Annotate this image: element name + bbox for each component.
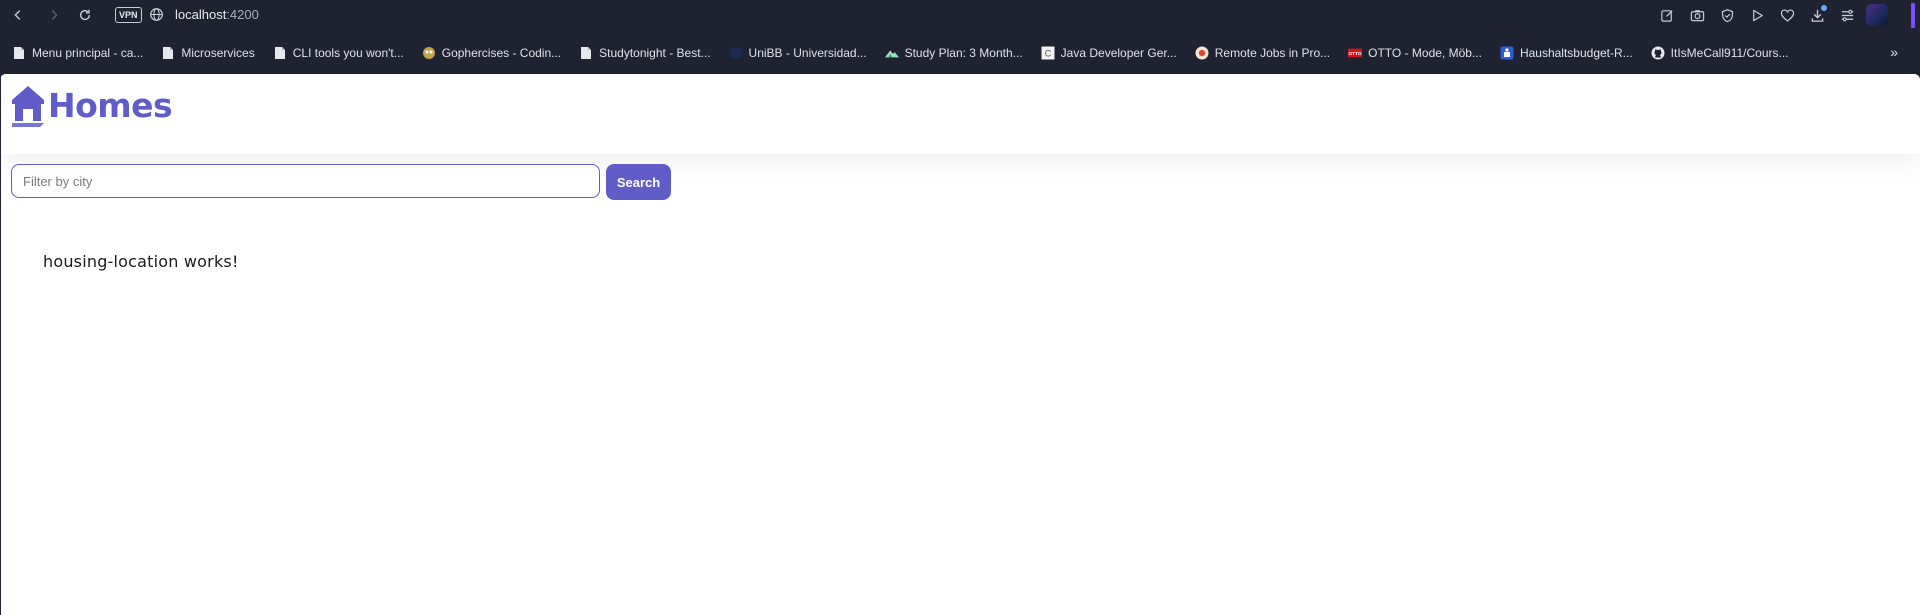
bookmark-item[interactable]: CLI tools you won't... (261, 41, 410, 65)
play-icon (1752, 9, 1763, 21)
edit-button[interactable] (1659, 7, 1675, 23)
page-viewport: Homes Search housing-location works! (0, 74, 1920, 615)
mountain-icon (884, 46, 899, 60)
bookmark-label: CLI tools you won't... (292, 46, 404, 60)
bookmark-item[interactable]: UniBB - Universidad... (717, 41, 873, 65)
bookmark-label: UniBB - Universidad... (748, 46, 867, 60)
reload-button[interactable] (74, 4, 96, 26)
forward-button[interactable] (43, 4, 65, 26)
menu-button[interactable] (1839, 7, 1855, 23)
city-filter-input[interactable] (11, 164, 600, 198)
gopher-icon (422, 46, 436, 60)
bookmark-label: Remote Jobs in Pro... (1214, 46, 1331, 60)
screenshot-button[interactable] (1689, 7, 1705, 23)
page-icon (12, 46, 26, 60)
address-host: localhost (175, 7, 227, 22)
window-edge (0, 74, 1, 615)
heart-icon (1780, 8, 1794, 22)
globe-icon (150, 8, 163, 21)
c-icon: C (1041, 46, 1055, 60)
page-icon (161, 46, 175, 60)
bookmark-label: Java Developer Ger... (1060, 46, 1177, 60)
bookmark-item[interactable]: Haushaltsbudget-R... (1488, 41, 1639, 65)
notification-dot (1821, 5, 1827, 11)
profile-button[interactable] (1866, 4, 1888, 26)
sidebar-accent (1911, 3, 1915, 28)
housing-location-text: housing-location works! (43, 252, 239, 271)
page-icon (579, 46, 593, 60)
address-bar[interactable]: localhost:4200 (175, 7, 259, 22)
page-icon (273, 46, 287, 60)
bookmark-label: Haushaltsbudget-R... (1519, 46, 1633, 60)
bookmark-label: Microservices (181, 46, 255, 60)
house-logo-icon (12, 86, 44, 127)
browser-toolbar: VPN localhost:4200 (0, 0, 1920, 30)
edit-icon (1660, 9, 1673, 22)
favorites-button[interactable] (1779, 7, 1795, 23)
bookmark-label: ItIsMeCall911/Cours... (1670, 46, 1789, 60)
bookmark-item[interactable]: Microservices (149, 41, 260, 65)
bank-icon (1500, 46, 1514, 60)
remote-icon (1195, 46, 1209, 60)
forward-icon (51, 10, 58, 20)
github-icon (1651, 46, 1665, 60)
camera-icon (1690, 9, 1704, 21)
bookmark-label: Menu principal - ca... (32, 46, 144, 60)
menu-icon (1841, 9, 1853, 21)
bookmark-label: Gophercises - Codin... (441, 46, 562, 60)
shield-button[interactable] (1719, 7, 1735, 23)
bookmark-item[interactable]: C Java Developer Ger... (1029, 41, 1183, 65)
bookmark-item[interactable]: Menu principal - ca... (0, 41, 149, 65)
bookmark-item[interactable]: Study Plan: 3 Month... (873, 41, 1029, 65)
app-header: Homes (0, 74, 1920, 154)
bookmarks-bar: Menu principal - ca... Microservices CLI… (0, 37, 1920, 69)
unibb-icon (729, 46, 743, 60)
search-button[interactable]: Search (606, 164, 671, 200)
bookmark-item[interactable]: ItIsMeCall911/Cours... (1639, 41, 1795, 65)
bookmark-item[interactable]: Remote Jobs in Pro... (1183, 41, 1336, 65)
downloads-button[interactable] (1809, 5, 1827, 23)
back-button[interactable] (7, 4, 29, 26)
vpn-badge[interactable]: VPN (115, 7, 142, 23)
bookmark-item[interactable]: OTTO OTTO - Mode, Möb... (1336, 41, 1488, 65)
back-icon (14, 10, 21, 20)
brand[interactable]: Homes (10, 83, 173, 127)
address-port: :4200 (226, 7, 259, 22)
bookmark-label: OTTO - Mode, Möb... (1368, 46, 1482, 60)
shield-icon (1721, 8, 1733, 22)
bookmarks-overflow-button[interactable]: » (1890, 44, 1898, 60)
bookmark-label: Study Plan: 3 Month... (904, 46, 1023, 60)
bookmark-item[interactable]: Studytonight - Best... (567, 41, 716, 65)
reload-icon (79, 9, 91, 21)
bookmark-label: Studytonight - Best... (599, 46, 711, 60)
player-button[interactable] (1749, 7, 1765, 23)
brand-title: Homes (48, 85, 173, 125)
svg-text:OTTO: OTTO (1349, 51, 1363, 57)
otto-icon: OTTO (1348, 46, 1363, 60)
bookmark-item[interactable]: Gophercises - Codin... (410, 41, 567, 65)
svg-text:C: C (1044, 49, 1051, 59)
